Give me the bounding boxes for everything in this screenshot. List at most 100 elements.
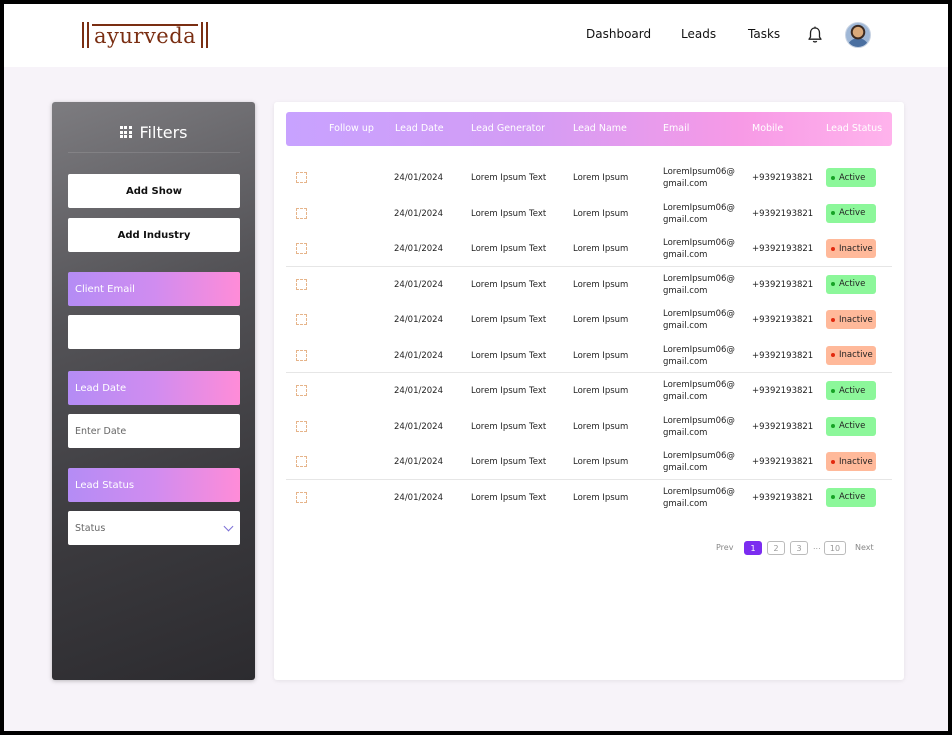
app-frame: ayurveda Dashboard Leads Tasks Filters A…	[4, 4, 948, 731]
email-domain: gmail.com	[663, 392, 708, 402]
follow-up-checkbox[interactable]	[296, 278, 307, 290]
lead-status-label: Lead Status	[68, 468, 240, 502]
table-header: Follow up Lead Date Lead Generator Lead …	[286, 112, 892, 146]
table-row[interactable]: 24/01/2024 Lorem Ipsum Text Lorem Ipsum Lor…	[286, 373, 892, 409]
follow-up-checkbox[interactable]	[296, 314, 307, 325]
status-text: Active	[839, 421, 866, 431]
lead-name-cell: Lorem Ipsum	[573, 492, 629, 503]
nav-leads-link[interactable]: Leads	[681, 27, 716, 41]
lead-date-cell: 24/01/2024	[394, 421, 443, 432]
page-3-button[interactable]: 3	[790, 541, 808, 555]
email-domain: gmail.com	[663, 356, 708, 367]
table-row[interactable]: 24/01/2024 Lorem Ipsum Text Lorem Ipsum Lor…	[286, 338, 892, 373]
email-domain: gmail.com	[663, 498, 708, 509]
page-2-button[interactable]: 2	[767, 541, 785, 555]
add-show-button[interactable]: Add Show	[68, 174, 240, 208]
status-text: Active	[839, 492, 866, 502]
mobile-cell: +9392193821	[752, 457, 814, 467]
lead-generator-cell: Lorem Ipsum Text	[471, 173, 547, 183]
next-page-button[interactable]: Next	[855, 540, 874, 554]
nav-dashboard-link[interactable]: Dashboard	[586, 27, 651, 41]
status-badge: Active	[826, 416, 876, 436]
col-email[interactable]: Email	[663, 123, 689, 134]
status-badge: Inactive	[826, 345, 876, 365]
status-text: Inactive	[839, 350, 873, 360]
lead-name-cell: Lorem Ipsum	[573, 315, 629, 325]
follow-up-checkbox[interactable]	[296, 491, 307, 503]
status-dot	[831, 495, 835, 499]
col-lead-generator[interactable]: Lead Generator	[471, 123, 545, 134]
email-domain: gmail.com	[663, 250, 708, 260]
lead-date-cell: 24/01/2024	[394, 173, 443, 183]
pagination-ellipsis: ...	[813, 542, 821, 551]
mobile-cell: +9392193821	[752, 244, 814, 254]
lead-status-select[interactable]: Status	[68, 511, 240, 545]
table-row[interactable]: 24/01/2024 Lorem Ipsum Text Lorem Ipsum Lor…	[286, 267, 892, 303]
user-avatar[interactable]	[845, 22, 871, 48]
follow-up-checkbox[interactable]	[296, 456, 307, 467]
follow-up-checkbox[interactable]	[296, 420, 307, 432]
table-row[interactable]: 24/01/2024 Lorem Ipsum Text Lorem Ipsum Lor…	[286, 480, 892, 516]
add-industry-button[interactable]: Add Industry	[68, 218, 240, 252]
status-dot	[831, 353, 835, 357]
status-text: Inactive	[839, 456, 873, 467]
col-follow-up[interactable]: Follow up	[329, 123, 374, 134]
status-dot	[831, 175, 835, 180]
table-row[interactable]: 24/01/2024 Lorem Ipsum Text Lorem Ipsum Lor…	[286, 302, 892, 338]
email-user: LoremIpsum06@	[663, 451, 735, 461]
email-user: LoremIpsum06@	[663, 273, 735, 284]
lead-generator-cell: Lorem Ipsum Text	[471, 244, 547, 254]
follow-up-checkbox[interactable]	[296, 243, 307, 254]
email-domain: gmail.com	[663, 463, 708, 473]
email-cell: LoremIpsum06@ gmail.com	[663, 379, 735, 403]
lead-name-cell: Lorem Ipsum	[573, 457, 629, 467]
email-cell: LoremIpsum06@ gmail.com	[663, 273, 735, 297]
status-text: Inactive	[839, 243, 873, 254]
email-domain: gmail.com	[663, 214, 708, 225]
status-dot	[831, 282, 835, 286]
leads-panel: Follow up Lead Date Lead Generator Lead …	[274, 102, 904, 680]
lead-generator-cell: Lorem Ipsum Text	[471, 421, 547, 432]
grid-icon	[119, 126, 132, 138]
bell-icon[interactable]	[807, 26, 823, 44]
brand-logo[interactable]: ayurveda	[82, 21, 209, 49]
col-lead-name[interactable]: Lead Name	[573, 123, 627, 134]
email-cell: LoremIpsum06@ gmail.com	[663, 166, 735, 190]
lead-name-cell: Lorem Ipsum	[573, 386, 629, 396]
mobile-cell: +9392193821	[752, 492, 814, 503]
col-lead-date[interactable]: Lead Date	[395, 123, 444, 134]
status-text: Inactive	[839, 314, 873, 325]
table-row[interactable]: 24/01/2024 Lorem Ipsum Text Lorem Ipsum Lor…	[286, 231, 892, 267]
col-mobile[interactable]: Mobile	[752, 123, 783, 134]
filters-header: Filters	[52, 120, 255, 144]
lead-status-selected: Status	[75, 522, 106, 534]
status-badge: Active	[826, 168, 876, 187]
lead-date-input[interactable]: Enter Date	[68, 414, 240, 448]
prev-page-button[interactable]: Prev	[716, 540, 733, 554]
client-email-input[interactable]	[68, 315, 240, 349]
status-text: Active	[839, 208, 866, 218]
lead-date-cell: 24/01/2024	[394, 457, 443, 467]
status-badge: Inactive	[826, 452, 876, 471]
follow-up-checkbox[interactable]	[296, 349, 307, 361]
lead-date-cell: 24/01/2024	[394, 350, 443, 361]
table-row[interactable]: 24/01/2024 Lorem Ipsum Text Lorem Ipsum Lor…	[286, 160, 892, 196]
lead-generator-cell: Lorem Ipsum Text	[471, 386, 547, 396]
page-1-button[interactable]: 1	[744, 541, 762, 555]
table-row[interactable]: 24/01/2024 Lorem Ipsum Text Lorem Ipsum Lor…	[286, 196, 892, 232]
page-10-button[interactable]: 10	[824, 541, 846, 555]
table-row[interactable]: 24/01/2024 Lorem Ipsum Text Lorem Ipsum Lor…	[286, 409, 892, 445]
lead-date-cell: 24/01/2024	[394, 244, 443, 254]
nav-tasks-link[interactable]: Tasks	[748, 27, 780, 41]
follow-up-checkbox[interactable]	[296, 385, 307, 396]
follow-up-checkbox[interactable]	[296, 207, 307, 219]
email-user: LoremIpsum06@	[663, 380, 735, 390]
email-domain: gmail.com	[663, 427, 708, 438]
follow-up-checkbox[interactable]	[296, 172, 307, 183]
lead-generator-cell: Lorem Ipsum Text	[471, 457, 547, 467]
filters-title: Filters	[139, 122, 188, 142]
table-row[interactable]: 24/01/2024 Lorem Ipsum Text Lorem Ipsum Lor…	[286, 444, 892, 480]
col-lead-status[interactable]: Lead Status	[826, 123, 882, 134]
logo-text: ayurveda	[92, 24, 199, 48]
mobile-cell: +9392193821	[752, 386, 814, 396]
